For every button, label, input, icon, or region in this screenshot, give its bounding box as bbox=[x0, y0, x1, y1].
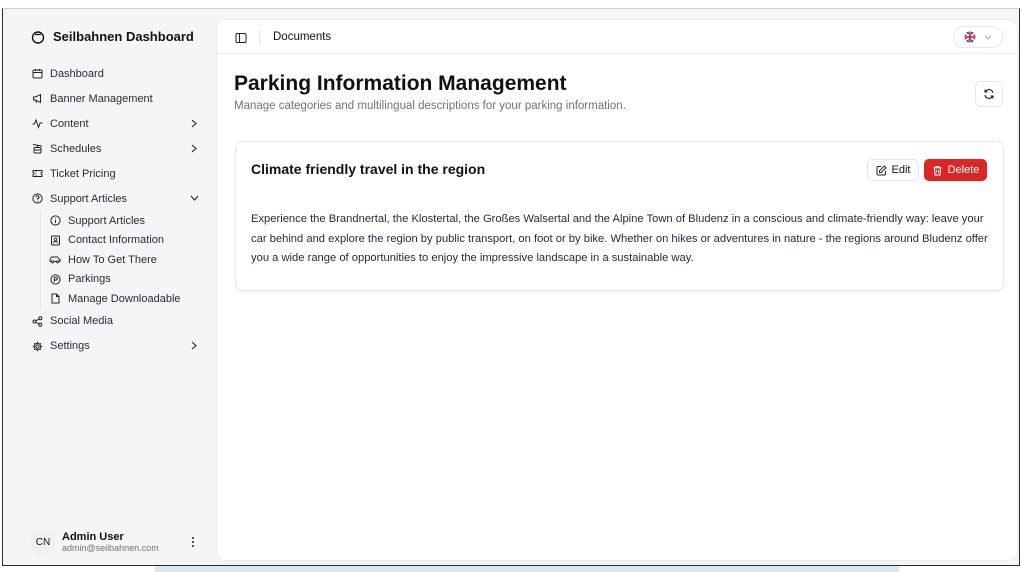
activity-icon bbox=[31, 118, 43, 130]
delete-label: Delete bbox=[947, 164, 980, 176]
support-articles-subnav: Support Articles Contact Information How… bbox=[40, 211, 201, 309]
divider bbox=[259, 30, 260, 44]
sidebar-item-label: Settings bbox=[50, 340, 90, 352]
language-switcher[interactable] bbox=[953, 26, 1003, 48]
file-icon bbox=[49, 293, 61, 305]
chevron-right-icon bbox=[189, 142, 199, 154]
sidebar-item-label: Support Articles bbox=[50, 192, 128, 205]
sidebar-subitem-support-articles[interactable]: Support Articles bbox=[49, 211, 201, 231]
contact-icon bbox=[49, 234, 61, 246]
sidebar-subitem-parkings[interactable]: Parkings bbox=[49, 270, 201, 290]
parking-icon bbox=[49, 273, 61, 285]
sidebar-subitem-label: Manage Downloadable bbox=[68, 292, 181, 305]
window-bottom-strip bbox=[155, 566, 899, 572]
cable-car-icon bbox=[31, 143, 43, 155]
calendar-icon bbox=[31, 68, 43, 80]
sidebar-subitem-how-to-get-there[interactable]: How To Get There bbox=[49, 250, 201, 270]
page-subtitle: Manage categories and multilingual descr… bbox=[234, 100, 626, 112]
sidebar-item-banner-management[interactable]: Banner Management bbox=[31, 86, 201, 111]
trash-icon bbox=[933, 165, 942, 175]
sidebar-item-settings[interactable]: Settings bbox=[31, 334, 201, 359]
sidebar-toggle-icon[interactable] bbox=[235, 31, 247, 43]
sidebar-item-label: Content bbox=[50, 117, 89, 130]
edit-label: Edit bbox=[891, 164, 911, 176]
ticket-icon bbox=[31, 168, 43, 180]
sidebar-item-label: Social Media bbox=[50, 315, 113, 327]
refresh-icon bbox=[984, 89, 994, 99]
sidebar-item-label: Schedules bbox=[50, 142, 102, 155]
sidebar-item-social-media[interactable]: Social Media bbox=[31, 309, 201, 334]
card-title: Climate friendly travel in the region bbox=[251, 161, 486, 177]
sidebar-item-content[interactable]: Content bbox=[31, 111, 201, 136]
sidebar-subitem-label: How To Get There bbox=[68, 253, 157, 266]
sidebar-item-support-articles[interactable]: Support Articles bbox=[31, 186, 201, 211]
info-icon bbox=[49, 215, 61, 227]
uk-flag-icon bbox=[964, 31, 976, 43]
car-icon bbox=[49, 254, 61, 266]
sidebar-item-label: Dashboard bbox=[50, 67, 104, 80]
sidebar-item-schedules[interactable]: Schedules bbox=[31, 136, 201, 161]
sidebar-item-label: Ticket Pricing bbox=[50, 167, 116, 180]
edit-button[interactable]: Edit bbox=[867, 159, 919, 181]
sidebar-item-ticket-pricing[interactable]: Ticket Pricing bbox=[31, 161, 201, 186]
megaphone-icon bbox=[31, 93, 43, 105]
user-info: Admin User admin@seilbahnen.com bbox=[62, 531, 159, 554]
topbar: Documents bbox=[217, 20, 1017, 54]
brand[interactable]: Seilbahnen Dashboard bbox=[31, 29, 194, 44]
brand-title: Seilbahnen Dashboard bbox=[53, 29, 194, 44]
delete-button[interactable]: Delete bbox=[924, 159, 987, 181]
chevron-down-icon bbox=[189, 192, 199, 204]
sidebar-item-dashboard[interactable]: Dashboard bbox=[31, 61, 201, 86]
chevron-right-icon bbox=[189, 117, 199, 129]
sidebar-nav: Dashboard Banner Management Content Sche… bbox=[31, 61, 201, 359]
card-description: Experience the Brandnertal, the Klostert… bbox=[251, 213, 988, 264]
parking-info-card: Climate friendly travel in the region Ed… bbox=[235, 141, 1004, 291]
sidebar-subitem-label: Contact Information bbox=[68, 234, 164, 247]
sidebar-item-label: Banner Management bbox=[50, 92, 153, 105]
help-circle-icon bbox=[31, 193, 43, 205]
user-email: admin@seilbahnen.com bbox=[62, 542, 159, 553]
chevron-right-icon bbox=[189, 340, 199, 352]
edit-icon bbox=[876, 164, 887, 175]
user-name: Admin User bbox=[62, 530, 124, 543]
avatar: CN bbox=[31, 530, 55, 554]
page-title: Parking Information Management bbox=[234, 72, 567, 95]
breadcrumb[interactable]: Documents bbox=[273, 31, 331, 43]
sidebar-subitem-manage-downloadable[interactable]: Manage Downloadable bbox=[49, 289, 201, 309]
sidebar: Seilbahnen Dashboard Dashboard Banner Ma… bbox=[3, 9, 215, 565]
share-icon bbox=[31, 315, 43, 327]
sidebar-subitem-label: Support Articles bbox=[68, 214, 146, 227]
chevron-down-icon bbox=[984, 35, 992, 40]
sidebar-subitem-label: Parkings bbox=[68, 273, 111, 286]
main-panel: Documents Parking Information Management… bbox=[216, 19, 1018, 561]
sidebar-subitem-contact-information[interactable]: Contact Information bbox=[49, 231, 201, 251]
app-window: Seilbahnen Dashboard Dashboard Banner Ma… bbox=[2, 8, 1020, 566]
refresh-button[interactable] bbox=[975, 81, 1003, 107]
settings-icon bbox=[31, 340, 43, 352]
more-vertical-icon[interactable] bbox=[189, 535, 197, 549]
user-profile[interactable]: CN Admin User admin@seilbahnen.com bbox=[31, 527, 203, 557]
cable-car-logo-icon bbox=[31, 30, 45, 44]
